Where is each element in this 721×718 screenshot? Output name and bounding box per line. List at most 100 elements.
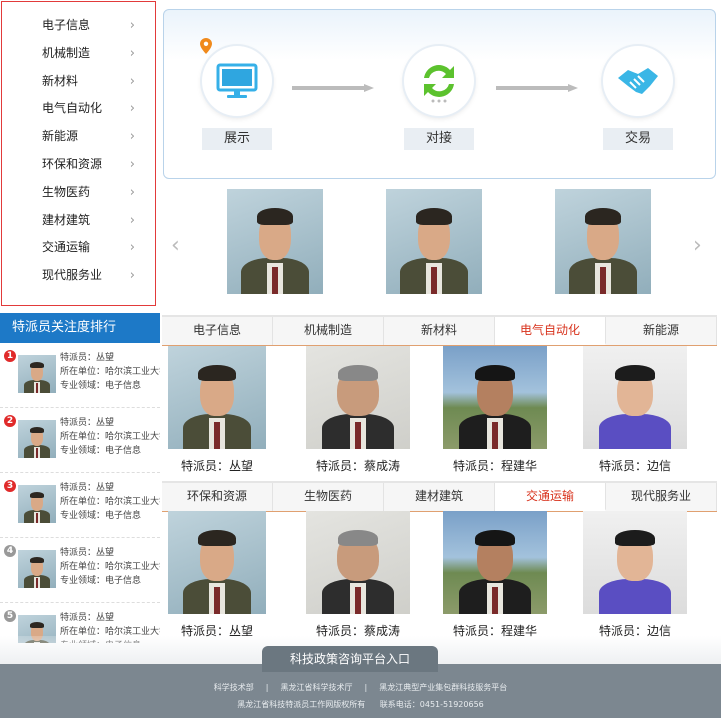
chevron-right-icon: › <box>129 156 135 172</box>
expert-photo[interactable] <box>583 511 687 614</box>
category-tabs-2: 环保和资源 生物医药 建材建筑 交通运输 现代服务业 <box>162 481 717 512</box>
phone-text: 联系电话：0451-51920656 <box>379 700 484 709</box>
carousel-photo[interactable] <box>386 189 482 294</box>
copyright-text: 黑龙江省科技特派员工作网版权所有 <box>237 700 366 709</box>
chevron-right-icon: › <box>129 18 135 33</box>
step-connect[interactable]: 对接 <box>399 46 479 150</box>
ranking-item[interactable]: 3 特派员：丛望 所在单位：哈尔滨工业大学 专业领域：电子信息 <box>0 473 160 538</box>
carousel-next-icon[interactable]: › <box>693 233 702 258</box>
step-trade-label: 交易 <box>603 128 673 150</box>
ranking-field: 专业领域：电子信息 <box>60 381 142 391</box>
ranking-unit: 所在单位：哈尔滨工业大学 <box>60 367 160 377</box>
chevron-right-icon: › <box>129 129 135 145</box>
chevron-right-icon: › <box>129 212 135 228</box>
expert-photo[interactable] <box>168 511 266 614</box>
ranking-item[interactable]: 1 特派员：丛望所在单位：哈尔滨工业大学 专业领域：电子信息 <box>0 343 160 408</box>
ranking-meta: 特派员：丛望所在单位：哈尔滨工业大学专业领域：电子信息 <box>60 351 160 393</box>
rank-number-badge: 4 <box>4 545 16 557</box>
carousel-photo[interactable] <box>555 189 651 294</box>
category-item[interactable]: 电气自动化 › <box>2 95 155 123</box>
category-label: 电子信息 <box>42 18 91 32</box>
category-label: 现代服务业 <box>42 268 103 283</box>
step-connect-label: 对接 <box>404 128 474 150</box>
ranking-thumb[interactable] <box>18 550 56 588</box>
expert-name: 特派员：丛望 <box>180 459 253 473</box>
expert-photo[interactable] <box>583 346 687 449</box>
category-item[interactable]: 新能源 › <box>2 123 155 151</box>
expert-photo[interactable] <box>443 511 547 614</box>
ranking-name: 特派员：丛望 <box>60 418 115 428</box>
rank-number-badge: 1 <box>4 350 16 362</box>
arrow-right-icon <box>496 84 578 92</box>
expert-card[interactable]: 特派员：程建华 <box>443 346 547 474</box>
category-tab[interactable]: 现代服务业 <box>606 483 717 511</box>
category-item[interactable]: 现代服务业 › <box>2 262 155 290</box>
ranking-meta: 特派员：丛望所在单位：哈尔滨工业大学专业领域：电子信息 <box>60 546 160 588</box>
category-label: 新能源 <box>42 129 79 144</box>
footer-link[interactable]: 黑龙江典型产业集包群科技服务平台 <box>379 683 507 692</box>
rank-number-badge: 3 <box>4 480 16 492</box>
category-item[interactable]: 生物医药 › <box>2 179 155 207</box>
category-tab[interactable]: 机械制造 <box>273 317 384 345</box>
ranking-panel: 特派员关注度排行 1 特派员：丛望 所在单位：哈尔滨工业大学 专业领域：电子信息 2 特派… <box>0 313 160 643</box>
ranking-item[interactable]: 4 特派员：丛望 所在单位：哈尔滨工业大学 专业领域：电子信息 <box>0 538 160 603</box>
expert-name: 特派员：边信 <box>598 459 671 473</box>
category-tab[interactable]: 交通运输 <box>495 483 606 511</box>
ranking-thumb[interactable] <box>18 420 56 458</box>
ranking-meta: 特派员：丛望所在单位：哈尔滨工业大学专业领域：电子信息 <box>60 481 160 523</box>
category-tab[interactable]: 生物医药 <box>273 483 384 511</box>
ranking-name: 特派员：丛望 <box>60 353 115 363</box>
category-tab[interactable]: 建材建筑 <box>384 483 495 511</box>
category-item[interactable]: 电子信息 › <box>2 12 155 40</box>
category-tab[interactable]: 环保和资源 <box>162 483 273 511</box>
policy-platform-entry-button[interactable]: 科技政策咨询平台入口 <box>262 646 438 672</box>
category-item[interactable]: 机械制造 › <box>2 40 155 68</box>
category-label: 机械制造 <box>42 45 91 60</box>
footer-separator: | <box>265 683 269 692</box>
category-label: 生物医药 <box>42 184 91 199</box>
carousel-prev-icon[interactable]: ‹ <box>171 233 180 258</box>
chevron-right-icon: › <box>129 268 135 284</box>
category-item[interactable]: 建材建筑 › <box>2 207 155 235</box>
footer-link[interactable]: 科学技术部 <box>214 683 254 692</box>
category-item[interactable]: 环保和资源 › <box>2 151 155 179</box>
expert-name: 特派员：蔡成涛 <box>315 459 400 473</box>
monitor-icon <box>202 46 272 116</box>
category-tab[interactable]: 新材料 <box>384 317 495 345</box>
expert-photo[interactable] <box>306 511 410 614</box>
expert-card[interactable]: 特派员：丛望 <box>168 511 266 639</box>
expert-grid-1: 特派员：丛望 特派员：蔡成涛 特派员：程建华 特派员：边信 <box>162 346 717 478</box>
ranking-thumb[interactable] <box>18 485 56 523</box>
expert-photo[interactable] <box>168 346 266 449</box>
expert-photo[interactable] <box>306 346 410 449</box>
expert-photo[interactable] <box>443 346 547 449</box>
category-tabs-1: 电子信息 机械制造 新材料 电气自动化 新能源 <box>162 315 717 346</box>
carousel-photo[interactable] <box>227 189 323 294</box>
expert-card[interactable]: 特派员：边信 <box>583 346 687 474</box>
expert-card[interactable]: 特派员：蔡成涛 <box>306 511 410 639</box>
ranking-thumb[interactable] <box>18 355 56 393</box>
category-tab[interactable]: 电气自动化 <box>495 317 606 345</box>
expert-card[interactable]: 特派员：程建华 <box>443 511 547 639</box>
category-label: 新材料 <box>42 73 79 88</box>
category-tab[interactable]: 电子信息 <box>162 317 273 345</box>
ranking-item[interactable]: 2 特派员：丛望 所在单位：哈尔滨工业大学 专业领域：电子信息 <box>0 408 160 473</box>
chevron-right-icon: › <box>129 240 135 256</box>
category-tab[interactable]: 新能源 <box>606 317 717 345</box>
expert-card[interactable]: 特派员：蔡成涛 <box>306 346 410 474</box>
chevron-right-icon: › <box>129 73 135 89</box>
ranking-meta: 特派员：丛望所在单位：哈尔滨工业大学专业领域：电子信息 <box>60 416 160 458</box>
category-item[interactable]: 交通运输 › <box>2 234 155 262</box>
category-menu: 电子信息 › 机械制造 › 新材料 › 电气自动化 › 新能源 › 环保和资源 › 生物医药 › 建材建筑 ›… <box>1 1 156 306</box>
footer-link[interactable]: 黑龙江省科学技术厅 <box>281 683 353 692</box>
rank-number-badge: 5 <box>4 610 16 622</box>
rank-number-badge: 2 <box>4 415 16 427</box>
step-display[interactable]: 展示 <box>197 46 277 150</box>
expert-card[interactable]: 特派员：丛望 <box>168 346 266 474</box>
expert-card[interactable]: 特派员：边信 <box>583 511 687 639</box>
category-item[interactable]: 新材料 › <box>2 68 155 96</box>
footer-separator: | <box>364 683 368 692</box>
chevron-right-icon: › <box>129 101 135 117</box>
category-label: 交通运输 <box>42 240 91 255</box>
step-trade[interactable]: 交易 <box>598 46 678 150</box>
